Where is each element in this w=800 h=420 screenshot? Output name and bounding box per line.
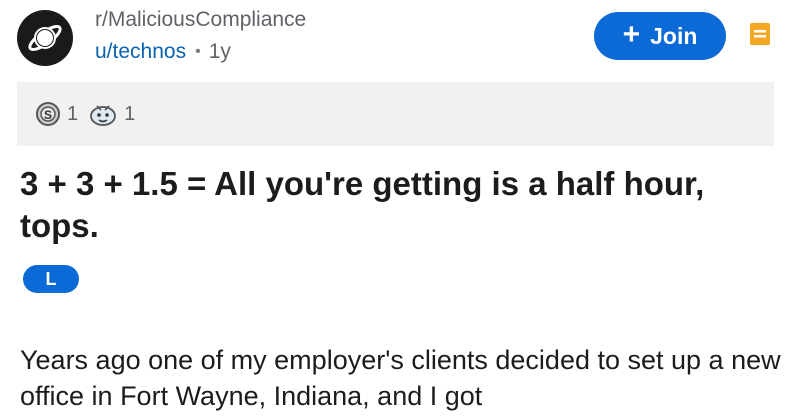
post-body: Years ago one of my employer's clients d…	[20, 345, 781, 411]
post-age: 1y	[208, 40, 231, 63]
post-flair[interactable]: L	[23, 265, 79, 293]
post-title[interactable]: 3 + 3 + 1.5 = All you're getting is a ha…	[20, 163, 760, 247]
meta-separator: •	[195, 43, 201, 60]
award-count: 1	[67, 102, 79, 125]
svg-text:S: S	[44, 108, 52, 122]
subreddit-name[interactable]: r/MaliciousCompliance	[95, 8, 306, 32]
silver-award-icon: S	[36, 102, 60, 126]
award-count: 1	[124, 102, 136, 125]
plus-icon: +	[622, 17, 641, 51]
join-label: Join	[650, 22, 698, 49]
bookmark-icon[interactable]	[748, 21, 772, 47]
post-meta: u/technos • 1y	[95, 40, 231, 64]
award-wholesome[interactable]: 1	[88, 100, 135, 128]
join-button[interactable]: + Join	[594, 12, 726, 60]
planet-icon	[28, 25, 62, 51]
wholesome-award-icon	[90, 105, 117, 126]
author-link[interactable]: u/technos	[95, 40, 186, 64]
award-silver[interactable]: S 1	[35, 101, 78, 127]
subreddit-avatar[interactable]	[17, 10, 73, 66]
awards-bar: S 1 1	[17, 82, 774, 146]
